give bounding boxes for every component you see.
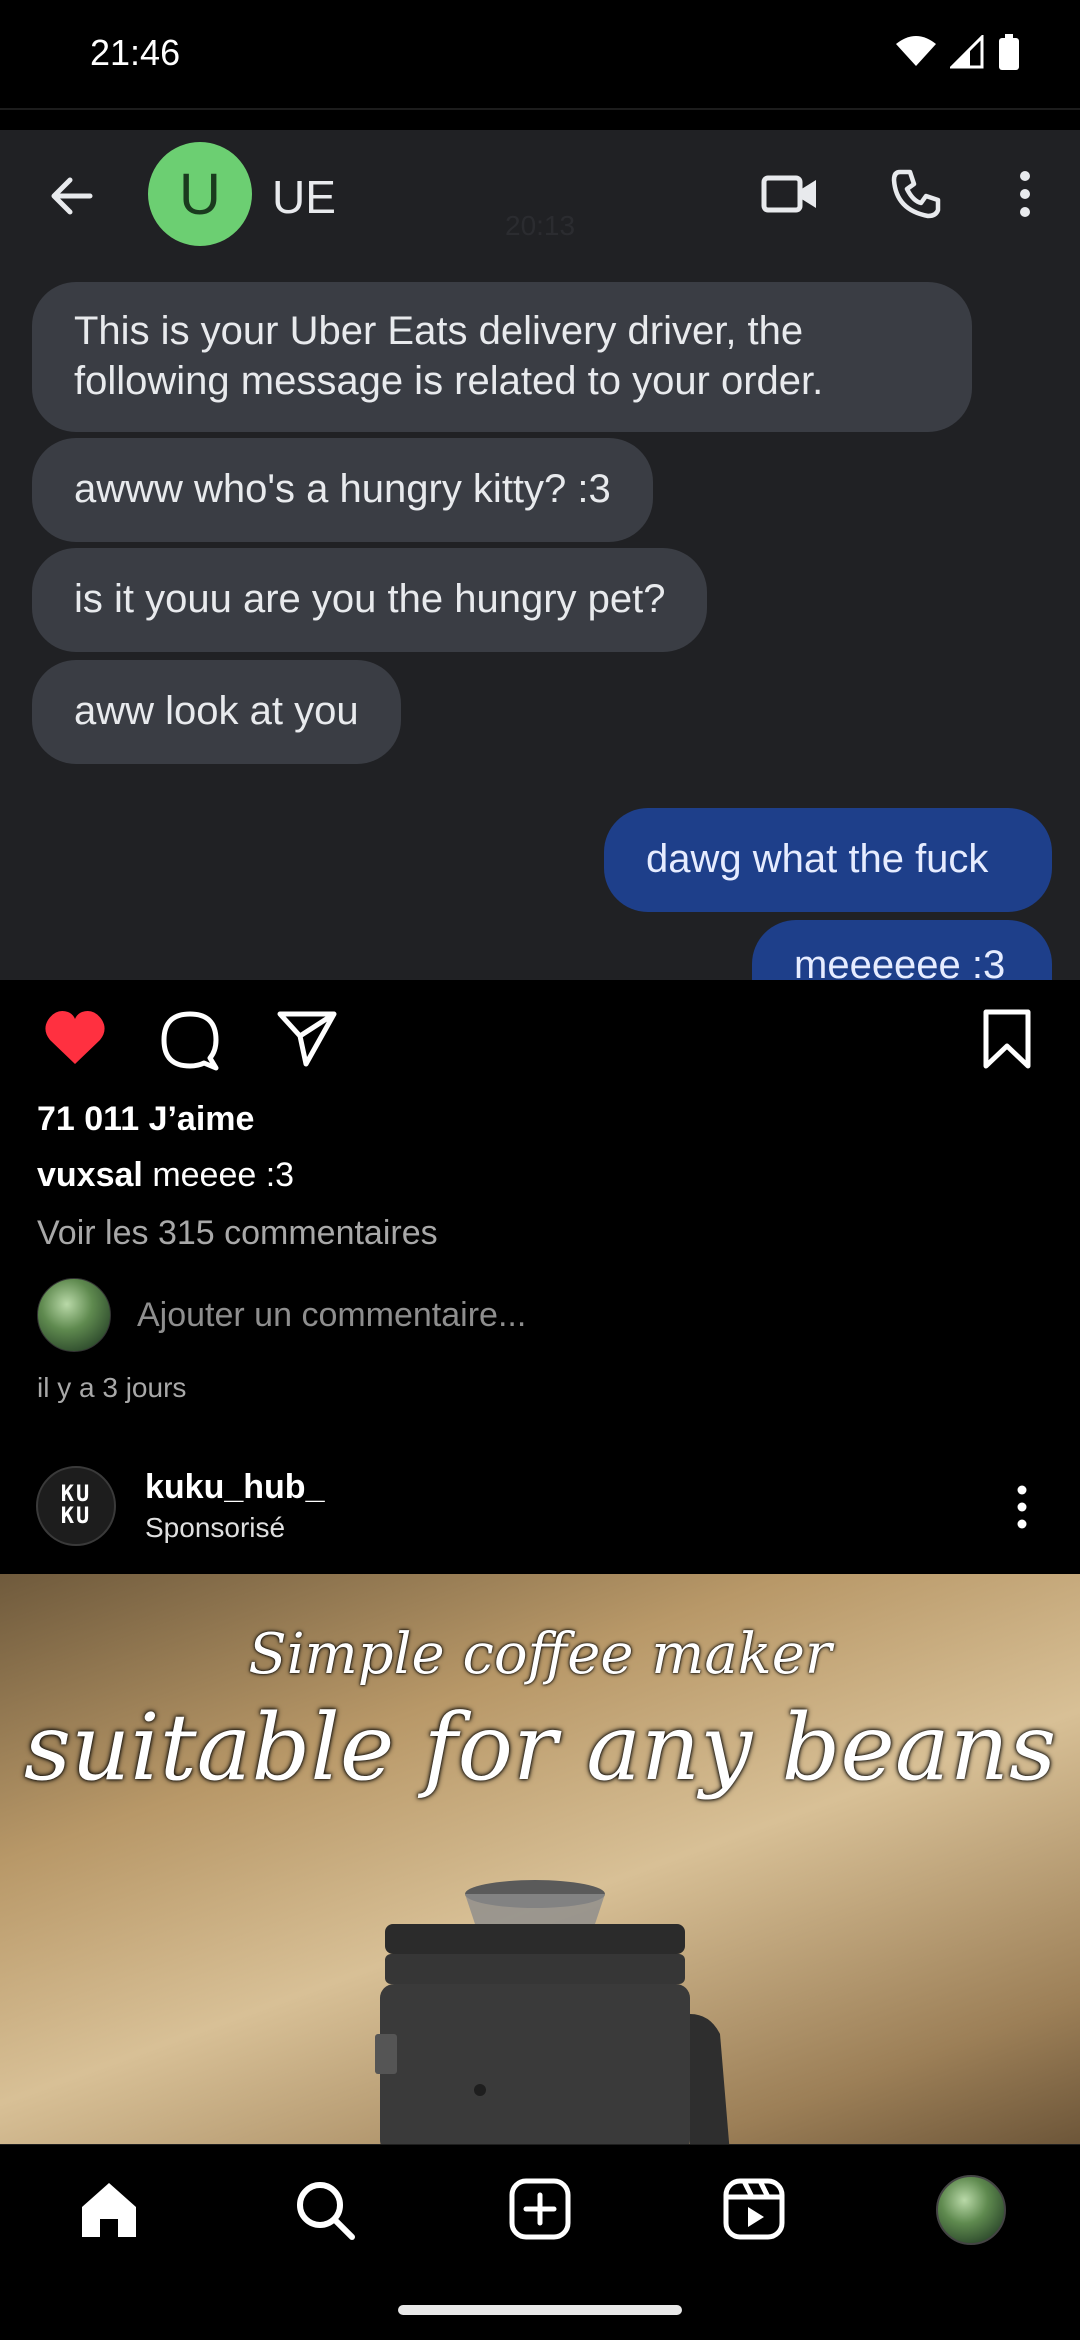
create-post-icon[interactable] <box>508 2177 572 2241</box>
likes-count[interactable]: 71 011 J’aime <box>37 1100 254 1139</box>
like-heart-icon[interactable] <box>42 1008 108 1068</box>
chat-header: U UE 20:13 <box>0 130 1080 260</box>
coffee-maker-image <box>375 1880 730 2144</box>
video-call-icon <box>761 175 816 213</box>
message-bubble-incoming: This is your Uber Eats delivery driver, … <box>32 282 972 432</box>
avatar <box>37 1278 111 1352</box>
more-vertical-icon <box>1020 171 1030 217</box>
add-comment-row[interactable]: Ajouter un commentaire... <box>37 1278 1037 1354</box>
profile-avatar[interactable] <box>936 2175 1006 2245</box>
sponsored-label: Sponsorisé <box>145 1512 286 1543</box>
post-caption: vuxsal meeee :3 <box>37 1156 294 1195</box>
view-comments-link[interactable]: Voir les 315 commentaires <box>37 1214 438 1253</box>
contact-name: UE <box>272 171 336 223</box>
caption-text: meeee :3 <box>152 1156 295 1194</box>
brand-avatar[interactable]: KU KU <box>36 1466 116 1546</box>
message-bubble-incoming: aww look at you <box>32 660 401 764</box>
status-bar: 21:46 <box>0 0 1080 108</box>
phone-icon <box>891 169 941 219</box>
divider <box>0 108 1080 110</box>
status-time: 21:46 <box>90 32 181 73</box>
more-options-icon[interactable] <box>1010 1484 1034 1530</box>
reels-icon[interactable] <box>722 2177 786 2241</box>
share-icon[interactable] <box>276 1008 338 1068</box>
home-icon[interactable] <box>76 2177 142 2243</box>
message-bubble-outgoing: meeeeee :3 <box>752 920 1052 980</box>
post-timestamp: il y a 3 jours <box>37 1372 187 1403</box>
ad-headline-large: suitable for any beans <box>23 1694 1057 1801</box>
battery-icon <box>999 34 1019 70</box>
wifi-icon <box>896 36 936 66</box>
sponsored-post-header: KU KU kuku_hub_ Sponsorisé <box>0 1460 1080 1570</box>
ad-image[interactable]: Simple coffee maker suitable for any bea… <box>0 1574 1080 2144</box>
message-bubble-outgoing: dawg what the fuck <box>604 808 1052 912</box>
bookmark-icon[interactable] <box>980 1008 1034 1070</box>
status-icons <box>896 34 1020 70</box>
back-arrow-icon <box>51 177 93 215</box>
message-bubble-incoming: awww who's a hungry kitty? :3 <box>32 438 653 542</box>
caption-username[interactable]: vuxsal <box>37 1156 143 1194</box>
search-icon[interactable] <box>292 2177 358 2243</box>
ad-headline-small: Simple coffee maker <box>248 1622 832 1687</box>
post-actions <box>0 1000 1080 1080</box>
post-image[interactable]: U UE 20:13 This is your Uber Eats delive… <box>0 130 1080 980</box>
contact-avatar: U <box>148 142 252 246</box>
chat-timestamp: 20:13 <box>505 210 576 241</box>
brand-logo-text: KU KU <box>60 1482 92 1529</box>
message-bubble-incoming: is it youu are you the hungry pet? <box>32 548 708 652</box>
signal-icon <box>950 35 984 69</box>
sponsor-username[interactable]: kuku_hub_ <box>145 1468 324 1507</box>
comment-icon[interactable] <box>158 1008 222 1072</box>
bottom-navigation <box>0 2144 1080 2340</box>
comment-input[interactable]: Ajouter un commentaire... <box>137 1296 526 1335</box>
home-indicator[interactable] <box>398 2305 682 2315</box>
